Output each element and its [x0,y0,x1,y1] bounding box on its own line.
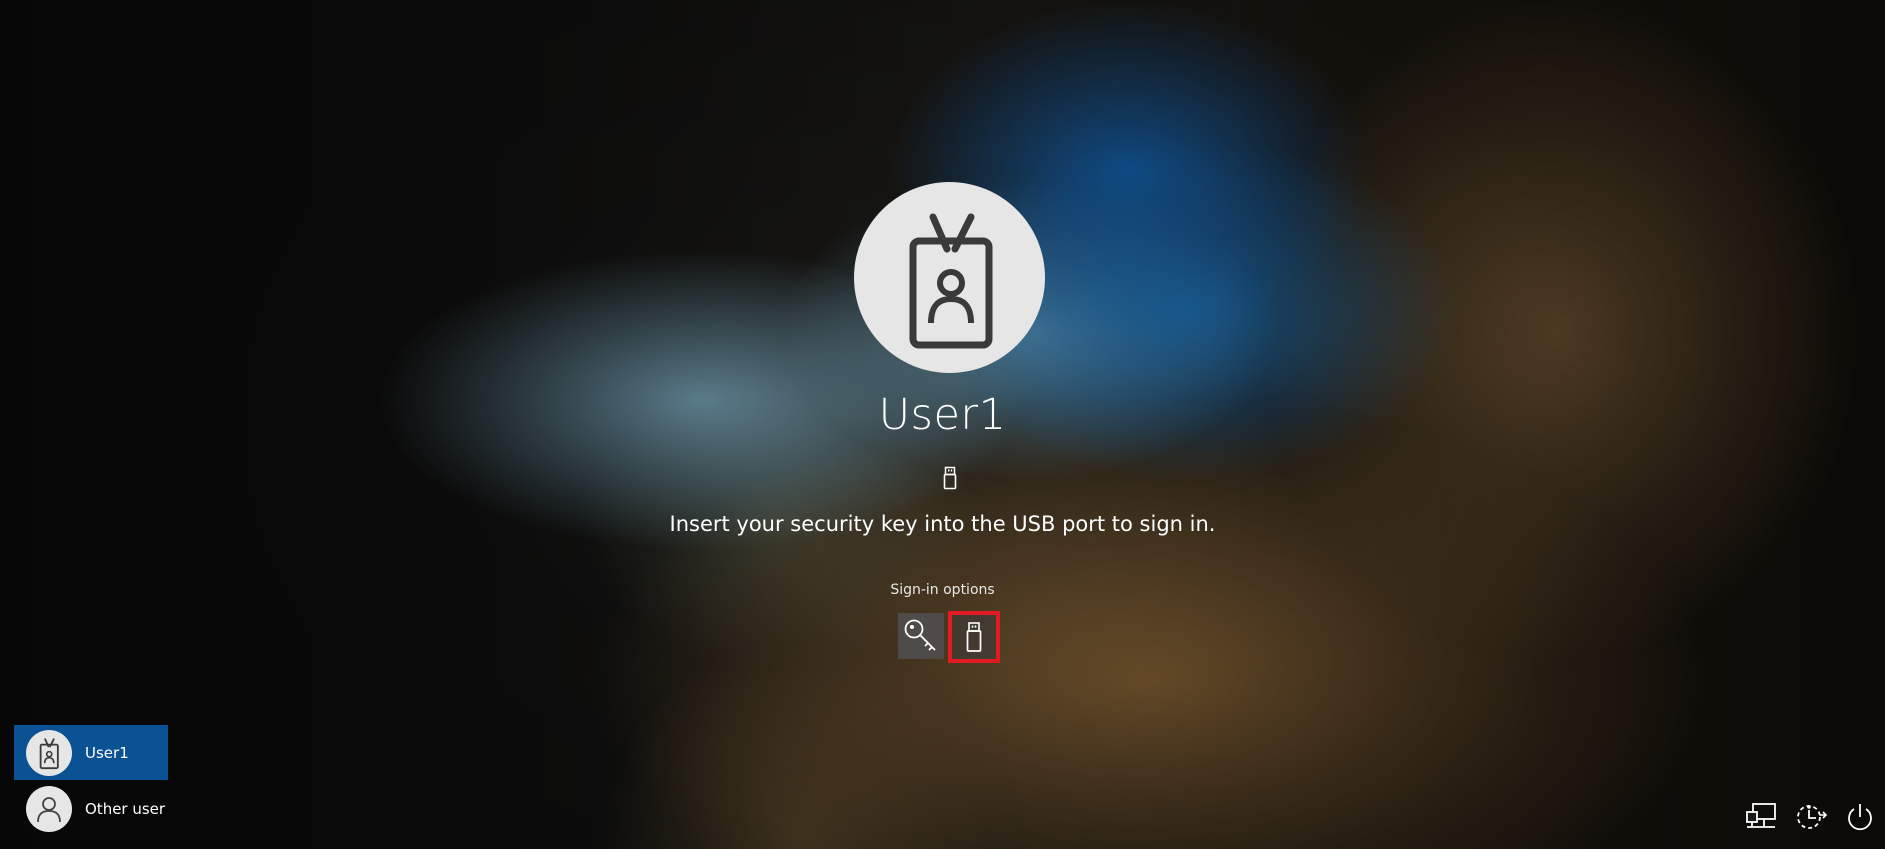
id-badge-icon [909,213,992,348]
security-key-signin-option[interactable] [948,611,1000,663]
usb-key-icon [943,466,957,490]
network-icon [1746,803,1776,828]
user-list-item-other-user[interactable]: Other user [14,781,168,836]
power-icon [1848,804,1872,831]
user-list-item-user1[interactable]: User1 [14,725,168,780]
signin-options-label: Sign-in options [890,582,995,598]
ease-of-access-icon [1797,805,1828,829]
usb-key-icon [966,622,982,652]
user-list-item-label: Other user [85,799,166,818]
network-button[interactable] [1743,800,1781,834]
avatar [26,785,72,832]
signin-instruction: Insert your security key into the USB po… [669,512,1216,536]
password-signin-option[interactable] [898,613,944,659]
person-icon [37,796,61,822]
avatar [26,729,72,776]
key-icon [904,619,936,651]
id-badge-icon [39,737,59,769]
user-avatar [854,182,1045,373]
user-name: User1 [878,390,1007,440]
ease-of-access-button[interactable] [1792,800,1830,834]
power-button[interactable] [1841,800,1879,834]
lock-screen: User1 Insert your security key into the … [0,0,1885,849]
user-list-item-label: User1 [85,743,129,762]
